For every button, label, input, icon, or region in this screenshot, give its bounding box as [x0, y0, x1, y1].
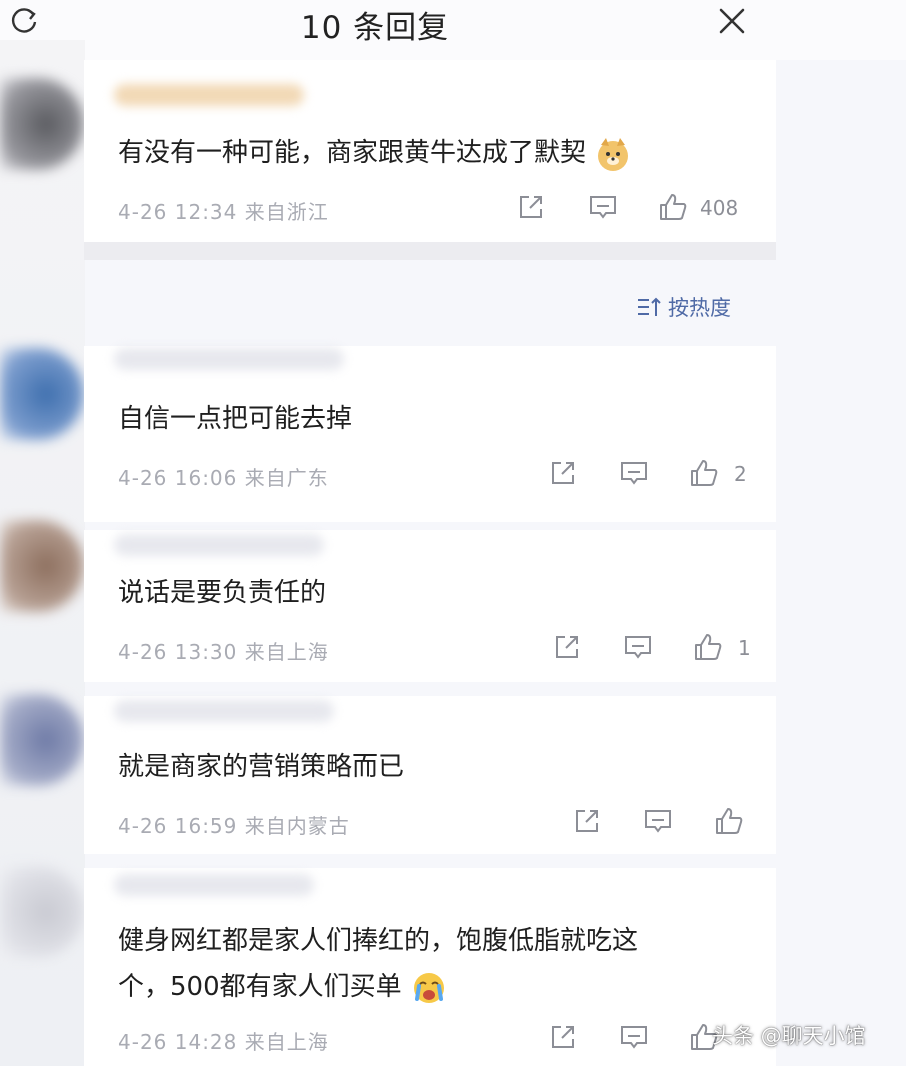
section-divider — [84, 242, 776, 260]
share-icon — [552, 1026, 574, 1048]
like-icon — [691, 460, 718, 486]
comment-text-line: 健身网红都是家人们捧红的，饱腹低脂就吃这 — [118, 926, 639, 956]
share-icon — [520, 196, 542, 218]
comment-text: 说话是要负责任的 — [118, 578, 327, 608]
comment-text: 健身网红都是家人们捧红的，饱腹低脂就吃这 个，500都有家人们买单 — [118, 918, 638, 1010]
like-count: 408 — [700, 196, 739, 220]
sort-icon — [638, 297, 661, 316]
sort-label: 按热度 — [668, 296, 731, 320]
username-redacted — [114, 84, 304, 106]
like-icon — [695, 634, 722, 660]
sort-toggle[interactable]: 按热度 — [636, 292, 731, 322]
share-button[interactable] — [516, 192, 546, 222]
reply-icon — [645, 810, 671, 833]
comment-text: 自信一点把可能去掉 — [118, 404, 353, 434]
comment-text: 有没有一种可能，商家跟黄牛达成了默契 — [118, 130, 632, 176]
watermark: 头条 @聊天小馆 — [712, 1024, 866, 1048]
like-icon — [660, 194, 687, 220]
share-button[interactable] — [548, 1022, 578, 1052]
reply-button[interactable] — [623, 632, 653, 662]
comment-meta: 4-26 16:59 来自内蒙古 — [118, 814, 350, 838]
like-count: 2 — [734, 462, 747, 486]
header: 10 条回复 — [0, 0, 906, 60]
share-button[interactable] — [552, 632, 582, 662]
comment-card: 健身网红都是家人们捧红的，饱腹低脂就吃这 个，500都有家人们买单 4-26 1… — [84, 868, 776, 1066]
share-button[interactable] — [548, 458, 578, 488]
comment-meta: 4-26 14:28 来自上海 — [118, 1030, 329, 1054]
share-icon — [552, 462, 574, 484]
like-count: 1 — [738, 636, 751, 660]
comment-card: 就是商家的营销策略而已 4-26 16:59 来自内蒙古 — [84, 696, 776, 854]
like-button[interactable] — [689, 458, 719, 488]
username-redacted — [114, 874, 314, 896]
close-icon[interactable] — [715, 4, 749, 38]
comment-meta: 4-26 16:06 来自广东 — [118, 466, 329, 490]
page-title: 10 条回复 — [300, 10, 450, 46]
like-button[interactable] — [693, 632, 723, 662]
comment-meta: 4-26 12:34 来自浙江 — [118, 200, 329, 224]
comment-card: 说话是要负责任的 4-26 13:30 来自上海 1 — [84, 530, 776, 682]
username-redacted — [114, 348, 344, 370]
reply-icon — [621, 1026, 647, 1049]
reply-button[interactable] — [588, 192, 618, 222]
reply-button[interactable] — [643, 806, 673, 836]
doge-emoji — [598, 137, 629, 171]
username-redacted — [114, 700, 334, 722]
like-icon — [716, 808, 743, 834]
share-icon — [576, 810, 598, 832]
reply-icon — [625, 636, 651, 659]
crying-emoji — [413, 972, 444, 1003]
like-button[interactable] — [658, 192, 688, 222]
share-button[interactable] — [572, 806, 602, 836]
comment-card: 有没有一种可能，商家跟黄牛达成了默契 4-26 12:34 来自浙江 408 — [84, 60, 776, 242]
comment-text: 就是商家的营销策略而已 — [118, 752, 405, 782]
username-redacted — [114, 534, 324, 556]
comment-card: 自信一点把可能去掉 4-26 16:06 来自广东 2 — [84, 346, 776, 522]
reply-button[interactable] — [619, 1022, 649, 1052]
comment-text-line: 个，500都有家人们买单 — [118, 964, 638, 1010]
reply-icon — [621, 462, 647, 485]
share-icon — [556, 636, 578, 658]
comment-meta: 4-26 13:30 来自上海 — [118, 640, 329, 664]
reply-icon — [590, 196, 616, 219]
like-button[interactable] — [714, 806, 744, 836]
reply-button[interactable] — [619, 458, 649, 488]
